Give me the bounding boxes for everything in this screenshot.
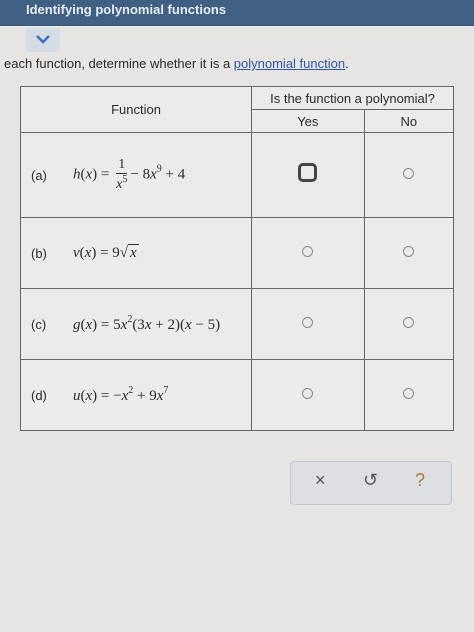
row-label: (d) (31, 387, 47, 403)
function-cell: (a) h(x) = 1 x5− 8x9 + 4 (20, 132, 252, 218)
chevron-down-icon (36, 35, 50, 44)
no-header: No (363, 109, 455, 133)
yes-option-b[interactable] (251, 217, 365, 289)
no-option-b[interactable] (363, 217, 455, 289)
yes-header: Yes (251, 109, 365, 133)
polynomial-function-link[interactable]: polynomial function (234, 56, 345, 71)
function-header: Function (20, 86, 252, 133)
function-cell: (d) u(x) = −x2 + 9x7 (20, 359, 252, 431)
undo-button[interactable]: ↺ (363, 470, 378, 491)
radio[interactable] (302, 246, 314, 257)
row-label: (a) (31, 167, 47, 183)
no-option-d[interactable] (363, 359, 455, 431)
function-d-expression: u(x) = −x2 + 9x7 (73, 385, 169, 404)
row-label: (c) (31, 316, 47, 332)
radio[interactable] (302, 317, 314, 328)
top-bar: Identifying polynomial functions (0, 0, 474, 26)
function-c-expression: g(x) = 5x2(3x + 2)(x − 5) (73, 314, 221, 333)
radio[interactable] (403, 168, 415, 179)
table-row: (c) g(x) = 5x2(3x + 2)(x − 5) (20, 288, 455, 360)
no-option-a[interactable] (363, 132, 455, 218)
yes-option-c[interactable] (251, 288, 365, 360)
function-cell: (b) v(x) = 9√ x (20, 217, 252, 289)
function-a-expression: h(x) = 1 x5− 8x9 + 4 (73, 157, 186, 192)
table-row: (a) h(x) = 1 x5− 8x9 + 4 (20, 132, 455, 218)
yes-option-a[interactable] (251, 132, 365, 218)
help-button[interactable]: ? (415, 470, 425, 491)
polynomial-table: Function Is the function a polynomial? Y… (20, 86, 455, 431)
instruction-text: each function, determine whether it is a… (4, 56, 349, 71)
collapse-button[interactable] (26, 28, 60, 52)
radio[interactable] (403, 388, 415, 399)
radio[interactable] (403, 317, 415, 328)
no-option-c[interactable] (363, 288, 455, 360)
yes-option-d[interactable] (251, 359, 365, 431)
clear-button[interactable]: × (315, 470, 326, 491)
table-row: (d) u(x) = −x2 + 9x7 (20, 359, 455, 431)
answer-toolbar: × ↺ ? (290, 461, 452, 505)
question-header: Is the function a polynomial? (251, 86, 454, 110)
radio[interactable] (403, 246, 415, 257)
function-b-expression: v(x) = 9√ x (73, 243, 139, 261)
page-title: Identifying polynomial functions (26, 2, 227, 17)
radio-selected[interactable] (298, 163, 318, 182)
function-cell: (c) g(x) = 5x2(3x + 2)(x − 5) (20, 288, 252, 360)
table-row: (b) v(x) = 9√ x (20, 217, 455, 289)
radio[interactable] (302, 388, 314, 399)
row-label: (b) (31, 245, 47, 261)
